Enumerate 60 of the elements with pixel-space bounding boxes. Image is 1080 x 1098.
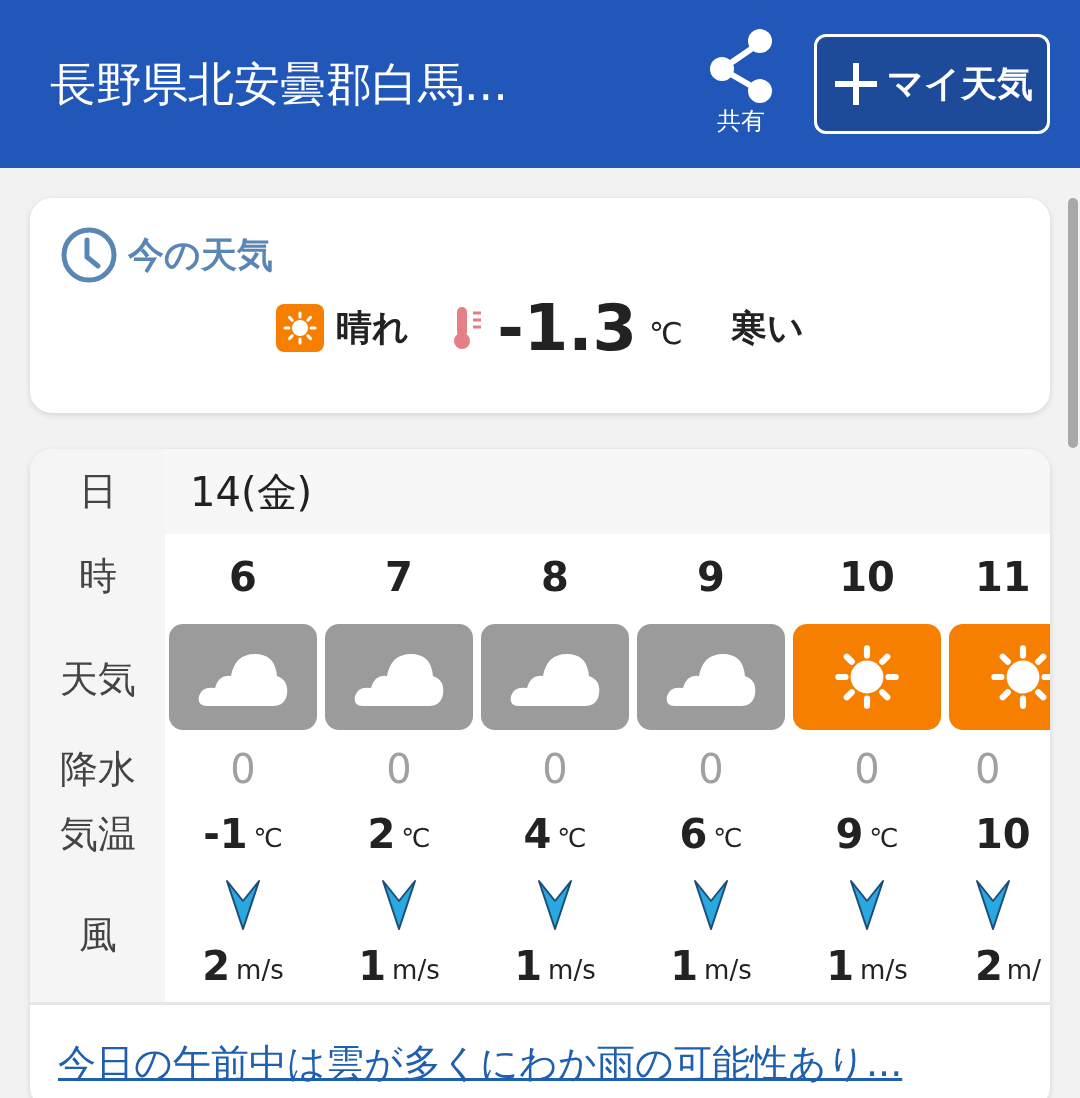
precipitation-text: 0 bbox=[698, 745, 724, 794]
forecast-summary-link[interactable]: 今日の午前中は雲が多くにわか雨の可能性あり... bbox=[58, 1041, 903, 1085]
row-label: 天気 bbox=[59, 655, 136, 703]
share-button[interactable]: 共有 bbox=[708, 29, 774, 139]
row-label: 日 bbox=[78, 468, 117, 515]
temperature-text: 4 bbox=[523, 810, 552, 859]
unit-text: ℃ bbox=[401, 821, 431, 855]
clock-icon bbox=[60, 226, 118, 284]
hour-text: 6 bbox=[229, 552, 257, 602]
feel-text: 寒い bbox=[730, 306, 804, 350]
sun-icon bbox=[276, 304, 325, 352]
unit-text: m/s bbox=[548, 953, 596, 987]
precipitation-text: 0 bbox=[386, 745, 412, 794]
precipitation-text: 0 bbox=[542, 745, 568, 794]
wind-arrow-icon bbox=[693, 879, 729, 931]
precipitation-text: 0 bbox=[975, 745, 1001, 794]
temperature-text: 6 bbox=[679, 810, 708, 859]
row-label: 気温 bbox=[59, 810, 136, 858]
row-label: 降水 bbox=[59, 745, 136, 793]
row-label: 風 bbox=[78, 912, 117, 959]
precipitation-text: 0 bbox=[230, 745, 256, 794]
unit-text: m/s bbox=[392, 953, 440, 987]
temperature-text: 9 bbox=[835, 810, 864, 859]
location-title: 長野県北安曇郡白馬... bbox=[50, 55, 509, 113]
temperature-value: -1.3 bbox=[497, 296, 638, 360]
wind-speed-text: 1 bbox=[670, 942, 699, 991]
unit-text: ℃ bbox=[713, 821, 743, 855]
temperature-text: 10 bbox=[975, 810, 1031, 859]
hour-text: 10 bbox=[839, 552, 895, 602]
hour-text: 11 bbox=[975, 552, 1031, 602]
my-weather-button[interactable]: マイ天気 bbox=[814, 34, 1050, 134]
wind-speed-text: 1 bbox=[358, 942, 387, 991]
unit-text: m/s bbox=[704, 953, 752, 987]
wind-speed-text: 2 bbox=[202, 942, 231, 991]
wind-arrow-icon bbox=[849, 879, 885, 931]
hour-text: 8 bbox=[541, 552, 569, 602]
unit-text: ℃ bbox=[557, 821, 587, 855]
wind-arrow-icon bbox=[381, 879, 417, 931]
temperature-text: 2 bbox=[367, 810, 396, 859]
hour-text: 7 bbox=[385, 552, 413, 602]
temperature-unit: ℃ bbox=[649, 315, 683, 353]
wind-arrow-icon bbox=[975, 879, 1011, 931]
wind-arrow-icon bbox=[225, 879, 261, 931]
row-label: 時 bbox=[78, 553, 117, 600]
wind-speed-text: 1 bbox=[826, 942, 855, 991]
share-icon bbox=[708, 29, 774, 103]
condition-text: 晴れ bbox=[336, 306, 410, 350]
hour-text: 9 bbox=[697, 552, 725, 602]
card-title: 今の天気 bbox=[128, 233, 273, 277]
wind-speed-text: 1 bbox=[514, 942, 543, 991]
unit-text: ℃ bbox=[253, 821, 283, 855]
date-text: 14(金) bbox=[190, 467, 313, 517]
temperature-text: -1 bbox=[203, 810, 248, 859]
wind-speed-text: 2 bbox=[975, 942, 1003, 991]
wind-arrow-icon bbox=[537, 879, 573, 931]
unit-text: ℃ bbox=[869, 821, 899, 855]
unit-text: m/ bbox=[1006, 953, 1041, 987]
unit-text: m/s bbox=[860, 953, 908, 987]
precipitation-text: 0 bbox=[854, 745, 880, 794]
unit-text: m/s bbox=[236, 953, 284, 987]
